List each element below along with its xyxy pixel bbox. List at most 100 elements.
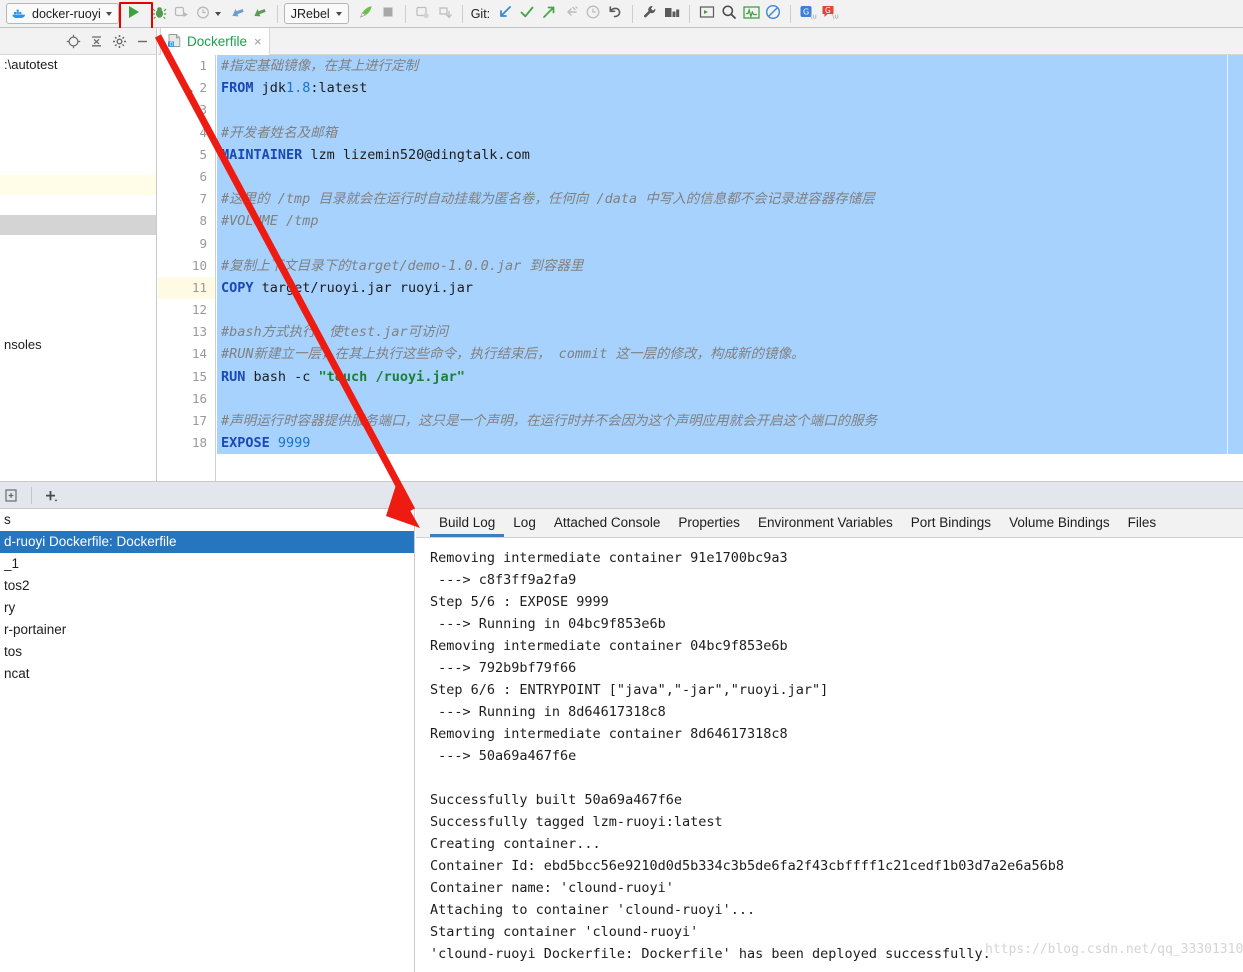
profile-clock-icon (196, 5, 211, 23)
project-structure-button[interactable] (661, 3, 683, 25)
code-line[interactable]: MAINTAINER lzm lizemin520@dingtalk.com (217, 143, 1243, 166)
code-line[interactable]: #开发者姓名及邮箱 (217, 121, 1243, 144)
code-line[interactable] (217, 232, 1243, 255)
jrebel-run-button[interactable] (355, 3, 377, 25)
docker-tree-row[interactable]: ry (0, 597, 414, 619)
code-editor[interactable]: 1 » 2 3 4 5 6 7 8 9 10 11 12 13 14 15 16 17 18 #指定基础镜像，在其上… (158, 55, 1243, 481)
settings-button[interactable] (639, 3, 661, 25)
attach-profiler-button[interactable] (227, 3, 249, 25)
code-line[interactable] (217, 299, 1243, 322)
project-tree-row[interactable] (0, 75, 156, 95)
chevron-down-icon[interactable] (105, 11, 112, 16)
code-line[interactable]: #这里的 /tmp 目录就会在运行时自动挂载为匿名卷，任何向 /data 中写入… (217, 188, 1243, 211)
code-line[interactable] (217, 387, 1243, 410)
editor-tab-bar: D Dockerfile × (158, 28, 1243, 55)
chevron-down-icon[interactable] (214, 11, 221, 16)
editor-gutter[interactable]: 1 » 2 3 4 5 6 7 8 9 10 11 12 13 14 15 16 17 18 (158, 55, 216, 481)
locate-icon[interactable] (63, 31, 83, 51)
detail-tab[interactable]: Environment Variables (749, 509, 902, 537)
hide-icon[interactable] (132, 31, 152, 51)
run-with-coverage-button[interactable] (171, 3, 193, 25)
project-tree[interactable]: :\autotest nsoles (0, 55, 156, 355)
git-update-button[interactable] (494, 3, 516, 25)
git-rollback-button[interactable] (604, 3, 626, 25)
code-line[interactable]: #声明运行时容器提供服务端口，这只是一个声明，在运行时并不会因为这个声明应用就会… (217, 410, 1243, 433)
detail-tab[interactable]: Files (1119, 509, 1166, 537)
gear-icon[interactable] (109, 31, 129, 51)
project-tree-row[interactable] (0, 135, 156, 155)
search-everywhere-button[interactable] (718, 3, 740, 25)
run-button[interactable] (118, 1, 153, 30)
docker-services-tree[interactable]: s d-ruoyi Dockerfile: Dockerfile _1 tos2 ry r… (0, 509, 415, 972)
project-tree-row[interactable] (0, 235, 156, 255)
run-configuration-selector[interactable]: docker-ruoyi (6, 3, 119, 24)
plus-icon[interactable] (41, 486, 61, 506)
detail-tab[interactable]: Port Bindings (902, 509, 1000, 537)
monitor-button[interactable] (740, 3, 762, 25)
debug-button[interactable] (149, 3, 171, 25)
project-tree-row[interactable] (0, 175, 156, 195)
code-token: EXPOSE (221, 435, 270, 452)
new-tab-icon[interactable] (2, 486, 22, 506)
code-line[interactable] (217, 99, 1243, 122)
project-tree-row[interactable]: nsoles (0, 335, 156, 355)
detail-tab[interactable]: Volume Bindings (1000, 509, 1119, 537)
profile-button[interactable] (193, 3, 215, 25)
project-tree-row[interactable] (0, 295, 156, 315)
project-tree-row[interactable] (0, 275, 156, 295)
code-line[interactable]: #复制上下文目录下的target/demo-1.0.0.jar 到容器里 (217, 254, 1243, 277)
build-log-output[interactable]: Removing intermediate container 91e1700b… (416, 538, 1243, 972)
jrebel-selector[interactable]: JRebel (283, 3, 349, 24)
detail-tab[interactable]: Build Log (430, 509, 505, 537)
project-tree-row[interactable] (0, 95, 156, 115)
editor-tab-label: Dockerfile (187, 34, 248, 49)
translate-alt-button[interactable]: G \u6587 (819, 3, 856, 25)
terminal-button[interactable] (696, 3, 718, 25)
toolbar-divider (404, 4, 406, 23)
project-tree-row[interactable] (0, 315, 156, 335)
jrebel-stop-button[interactable] (377, 3, 399, 25)
chevron-down-icon[interactable] (335, 11, 342, 16)
detail-tab[interactable]: Attached Console (545, 509, 670, 537)
close-icon[interactable]: × (254, 34, 262, 49)
docker-tree-row[interactable]: ncat (0, 663, 414, 685)
code-line[interactable]: FROM jdk1.8:latest (217, 77, 1243, 100)
docker-tree-row[interactable]: tos2 (0, 575, 414, 597)
detail-tab[interactable]: Log (504, 509, 545, 537)
git-shelve-button[interactable] (560, 3, 582, 25)
code-line[interactable]: #VOLUME /tmp (217, 210, 1243, 233)
detail-tab[interactable]: Properties (669, 509, 749, 537)
editor-tab-dockerfile[interactable]: D Dockerfile × (160, 28, 270, 55)
translate-button[interactable]: G \u6587 (797, 3, 834, 25)
code-line[interactable]: #RUN新建立一层，在其上执行这些命令，执行结束后， commit 这一层的修改… (217, 343, 1243, 366)
code-line[interactable]: COPY target/ruoyi.jar ruoyi.jar (217, 276, 1243, 300)
project-tree-row[interactable] (0, 215, 156, 235)
update-application-button[interactable] (412, 3, 434, 25)
clock-icon (585, 4, 601, 23)
editor-code-lines[interactable]: #指定基础镜像，在其上进行定制 FROM jdk1.8:latest #开发者姓名及… (217, 55, 1243, 481)
collapse-all-icon[interactable] (86, 31, 106, 51)
git-history-button[interactable] (582, 3, 604, 25)
project-tree-row[interactable] (0, 195, 156, 215)
git-commit-button[interactable] (516, 3, 538, 25)
code-line[interactable] (217, 165, 1243, 189)
docker-tree-row[interactable]: r-portainer (0, 619, 414, 641)
code-line[interactable]: EXPOSE 9999 (217, 432, 1243, 455)
git-push-button[interactable] (538, 3, 560, 25)
docker-tree-row[interactable]: tos (0, 641, 414, 663)
toolbar-divider (276, 4, 278, 23)
project-tree-row[interactable] (0, 115, 156, 135)
code-line[interactable]: RUN bash -c "touch /ruoyi.jar" (217, 365, 1243, 388)
docker-tree-row-selected[interactable]: d-ruoyi Dockerfile: Dockerfile (0, 531, 414, 553)
code-line[interactable]: #指定基础镜像，在其上进行定制 (217, 55, 1243, 78)
docker-tree-row[interactable]: _1 (0, 553, 414, 575)
code-token: #开发者姓名及邮箱 (221, 124, 338, 141)
stop-background-button[interactable] (249, 3, 271, 25)
project-tree-row[interactable] (0, 255, 156, 275)
code-line[interactable]: #bash方式执行，使test.jar可访问 (217, 321, 1243, 344)
project-tree-row[interactable] (0, 155, 156, 175)
project-tree-row[interactable]: :\autotest (0, 55, 156, 75)
docker-tree-row[interactable]: s (0, 509, 414, 531)
disable-button[interactable] (762, 3, 784, 25)
deploy-button[interactable] (434, 3, 456, 25)
